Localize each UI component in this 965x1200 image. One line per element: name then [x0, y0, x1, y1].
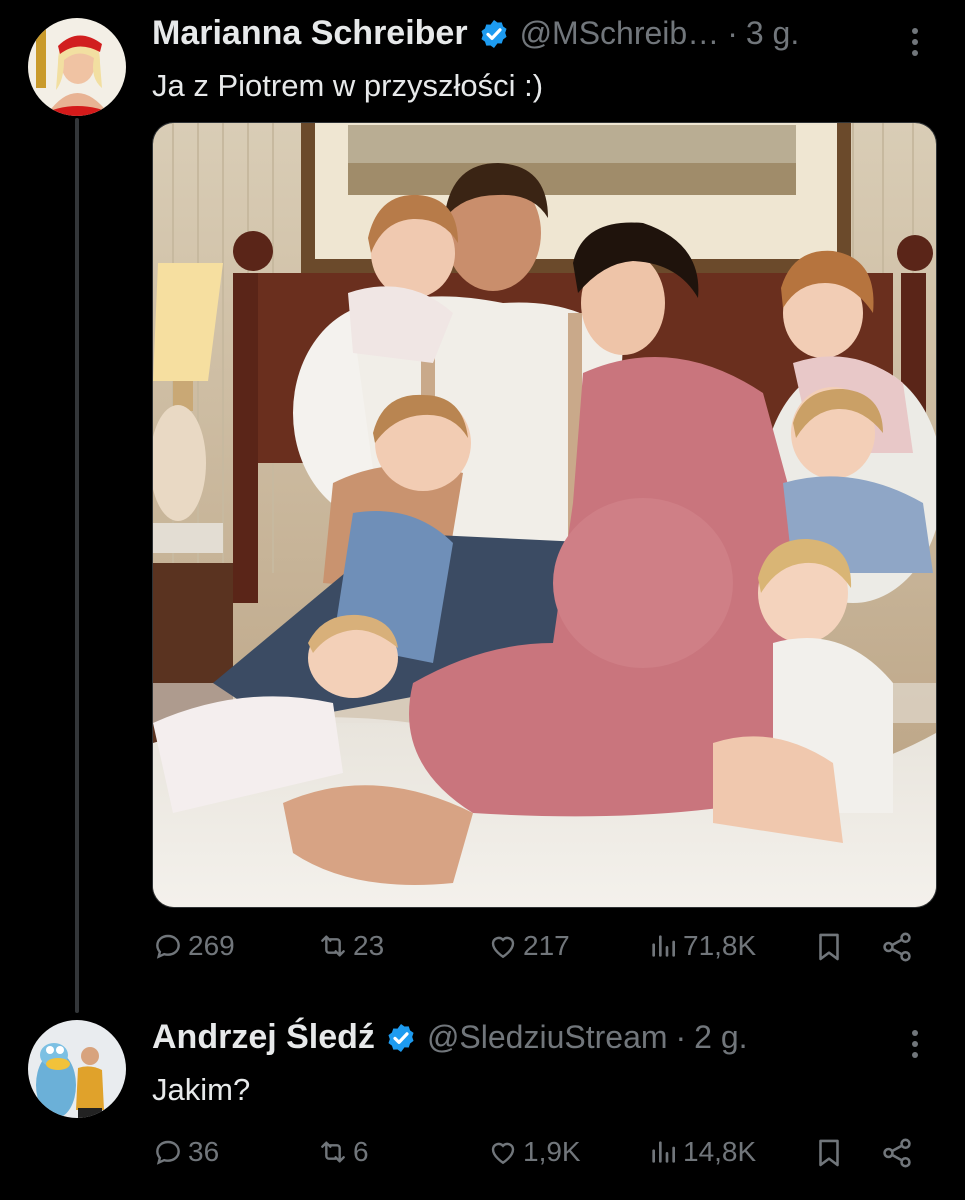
tweet-text: Jakim? — [152, 1072, 251, 1107]
like-count: 217 — [523, 930, 570, 961]
bookmark-icon — [819, 1139, 839, 1167]
retweet-icon — [321, 935, 345, 957]
author-name[interactable]: Marianna Schreiber — [152, 14, 468, 53]
author-handle[interactable]: @MSchreib… — [520, 15, 720, 52]
reply-count: 36 — [188, 1136, 220, 1167]
bookmark-icon — [819, 933, 839, 961]
author-handle[interactable]: @SledziuStream — [427, 1019, 668, 1056]
bookmark-button[interactable] — [812, 930, 850, 964]
avatar[interactable] — [28, 18, 126, 116]
separator-dot: · — [675, 1019, 687, 1055]
retweet-count: 23 — [353, 930, 385, 961]
retweet-icon — [321, 1141, 345, 1163]
verified-badge-icon — [388, 1023, 414, 1052]
views-count: 71,8K — [683, 930, 757, 961]
reply-button[interactable]: 269 — [152, 930, 235, 962]
reply-icon — [156, 934, 180, 959]
views-button[interactable]: 14,8K — [647, 1136, 756, 1168]
share-button[interactable] — [880, 930, 918, 964]
views-icon — [652, 1141, 675, 1163]
views-button[interactable]: 71,8K — [647, 930, 756, 962]
share-icon — [883, 1138, 911, 1168]
avatar[interactable] — [28, 1020, 126, 1118]
tweet-image[interactable] — [152, 122, 937, 908]
views-icon — [652, 935, 675, 957]
tweet-actions: 269 23 217 71,8K — [152, 930, 935, 970]
tweet-time[interactable]: 2 g. — [694, 1019, 747, 1056]
tweet-text: Ja z Piotrem w przyszłości :) — [152, 68, 544, 103]
thread-line — [75, 118, 79, 1013]
tweet-actions: 36 6 1,9K 14,8K — [152, 1136, 935, 1176]
reply-count: 269 — [188, 930, 235, 961]
reply-icon — [156, 1140, 180, 1165]
like-button[interactable]: 1,9K — [487, 1136, 581, 1168]
author-name[interactable]: Andrzej Śledź — [152, 1018, 375, 1057]
separator-dot: · — [727, 15, 738, 51]
share-icon — [883, 932, 911, 962]
retweet-button[interactable]: 23 — [317, 930, 384, 962]
more-icon[interactable] — [911, 28, 919, 61]
bookmark-button[interactable] — [812, 1136, 850, 1170]
like-count: 1,9K — [523, 1136, 581, 1167]
retweet-count: 6 — [353, 1136, 369, 1167]
reply-button[interactable]: 36 — [152, 1136, 219, 1168]
more-icon[interactable] — [911, 1030, 919, 1063]
retweet-button[interactable]: 6 — [317, 1136, 369, 1168]
views-count: 14,8K — [683, 1136, 757, 1167]
like-icon — [491, 936, 515, 959]
like-button[interactable]: 217 — [487, 930, 570, 962]
like-icon — [491, 1142, 515, 1165]
share-button[interactable] — [880, 1136, 918, 1170]
verified-badge-icon — [481, 19, 507, 48]
tweet-time[interactable]: 3 g. — [746, 15, 799, 52]
